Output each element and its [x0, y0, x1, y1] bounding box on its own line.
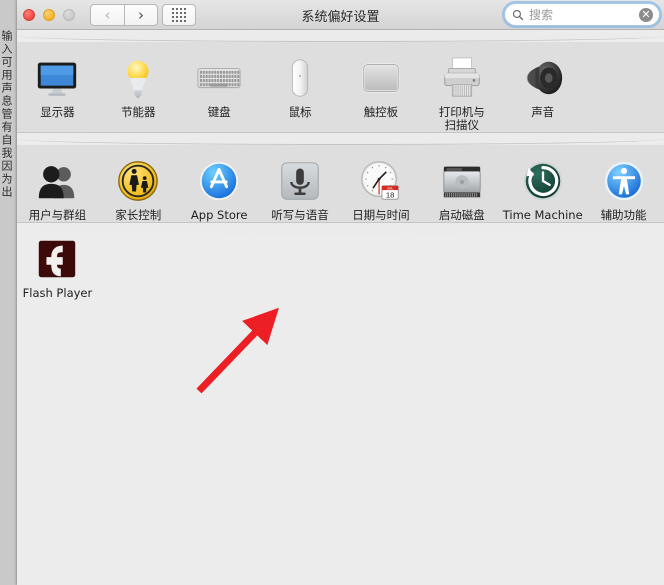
printers-scanners-icon: [438, 54, 486, 102]
pref-pane-flash-player[interactable]: Flash Player: [17, 223, 98, 300]
screen: 输入可用声息管有自我因为出 ‹ ›: [0, 0, 664, 585]
pref-pane-displays[interactable]: 显示器: [17, 42, 98, 132]
grid-dots-icon: [172, 8, 186, 22]
pref-pane-label: 显示器: [40, 106, 75, 119]
pref-pane-label: 节能器: [121, 106, 156, 119]
back-button[interactable]: ‹: [90, 4, 124, 26]
parental-controls-icon: [114, 157, 162, 205]
pref-pane-printers-scanners[interactable]: 打印机与 扫描仪: [421, 42, 502, 132]
row-cells: Flash Player: [17, 223, 664, 300]
pref-pane-keyboard[interactable]: 键盘: [179, 42, 260, 132]
pref-pane-label: 触控板: [364, 106, 399, 119]
displays-icon: [33, 54, 81, 102]
search-icon: [512, 9, 524, 21]
forward-button[interactable]: ›: [124, 4, 158, 26]
background-left-text: 输入可用声息管有自我因为出: [0, 30, 16, 585]
close-button[interactable]: [23, 9, 35, 21]
time-machine-icon: [519, 157, 567, 205]
pref-pane-users-groups[interactable]: 用户与群组: [17, 145, 98, 222]
trackpad-icon: [357, 54, 405, 102]
chevron-right-icon: ›: [138, 8, 144, 23]
preferences-row: File New Ope通用 桌面与 屏幕保护程序 Dock Mission C: [17, 30, 664, 42]
pref-pane-accessibility[interactable]: 辅助功能: [583, 145, 664, 222]
pref-pane-label: Time Machine: [503, 209, 583, 222]
preferences-row: 用户与群组 家长控制 App Store 听写与语音: [17, 145, 664, 223]
traffic-light-group: [23, 9, 75, 21]
window-titlebar[interactable]: ‹ › 系统偏好设置: [17, 0, 664, 30]
row-cells: 用户与群组 家长控制 App Store 听写与语音: [17, 145, 664, 222]
pref-pane-startup-disk[interactable]: 启动磁盘: [421, 145, 502, 222]
sound-icon: [519, 54, 567, 102]
pref-pane-energy-saver[interactable]: 节能器: [98, 42, 179, 132]
pref-pane-label: App Store: [191, 209, 248, 222]
date-time-icon: JUL 18: [357, 157, 405, 205]
dictation-speech-icon: [276, 157, 324, 205]
system-preferences-window: ‹ › 系统偏好设置: [17, 0, 664, 585]
search-field[interactable]: ✕: [504, 3, 660, 26]
pref-pane-parental-controls[interactable]: 家长控制: [98, 145, 179, 222]
preferences-row: iCloud @互联网 帐户 扩展 网络: [17, 133, 664, 145]
pref-pane-time-machine[interactable]: Time Machine: [502, 145, 583, 222]
startup-disk-icon: [438, 157, 486, 205]
pref-pane-dictation-speech[interactable]: 听写与语音: [260, 145, 341, 222]
show-all-button[interactable]: [162, 4, 196, 26]
app-store-icon: [195, 157, 243, 205]
svg-text:18: 18: [386, 190, 395, 199]
pref-pane-label: Flash Player: [23, 287, 93, 300]
search-input[interactable]: [524, 8, 639, 22]
pref-pane-label: 鼠标: [289, 106, 312, 119]
flash-player-icon: [33, 235, 81, 283]
pref-pane-label: 用户与群组: [29, 209, 87, 222]
pref-pane-label: 键盘: [208, 106, 231, 119]
pref-pane-mouse[interactable]: 鼠标: [260, 42, 341, 132]
pref-pane-label: 打印机与 扫描仪: [439, 106, 485, 132]
pref-pane-label: 日期与时间: [352, 209, 410, 222]
pref-pane-sound[interactable]: 声音: [502, 42, 583, 132]
pref-pane-label: 家长控制: [115, 209, 161, 222]
mouse-icon: [276, 54, 324, 102]
pref-pane-label: 听写与语音: [271, 209, 329, 222]
pref-pane-trackpad[interactable]: 触控板: [341, 42, 422, 132]
chevron-left-icon: ‹: [105, 8, 111, 23]
pref-pane-label: 辅助功能: [601, 209, 647, 222]
pref-pane-label: 启动磁盘: [439, 209, 485, 222]
preferences-row: 显示器 节能器 键盘 鼠标 触控板 打印机与 扫: [17, 42, 664, 133]
energy-saver-icon: [114, 54, 162, 102]
users-groups-icon: [33, 157, 81, 205]
minimize-button[interactable]: [43, 9, 55, 21]
preferences-row: Flash Player: [17, 223, 664, 235]
pref-pane-date-time[interactable]: JUL 18 日期与时间: [341, 145, 422, 222]
preferences-grid: File New Ope通用 桌面与 屏幕保护程序 Dock Mission C: [17, 30, 664, 585]
pref-pane-label: 声音: [531, 106, 554, 119]
pref-pane-app-store[interactable]: App Store: [179, 145, 260, 222]
accessibility-icon: [600, 157, 648, 205]
keyboard-icon: [195, 54, 243, 102]
zoom-button[interactable]: [63, 9, 75, 21]
navigation-buttons: ‹ ›: [90, 4, 158, 26]
row-cells: 显示器 节能器 键盘 鼠标 触控板 打印机与 扫: [17, 42, 664, 132]
clear-search-icon[interactable]: ✕: [639, 8, 653, 22]
